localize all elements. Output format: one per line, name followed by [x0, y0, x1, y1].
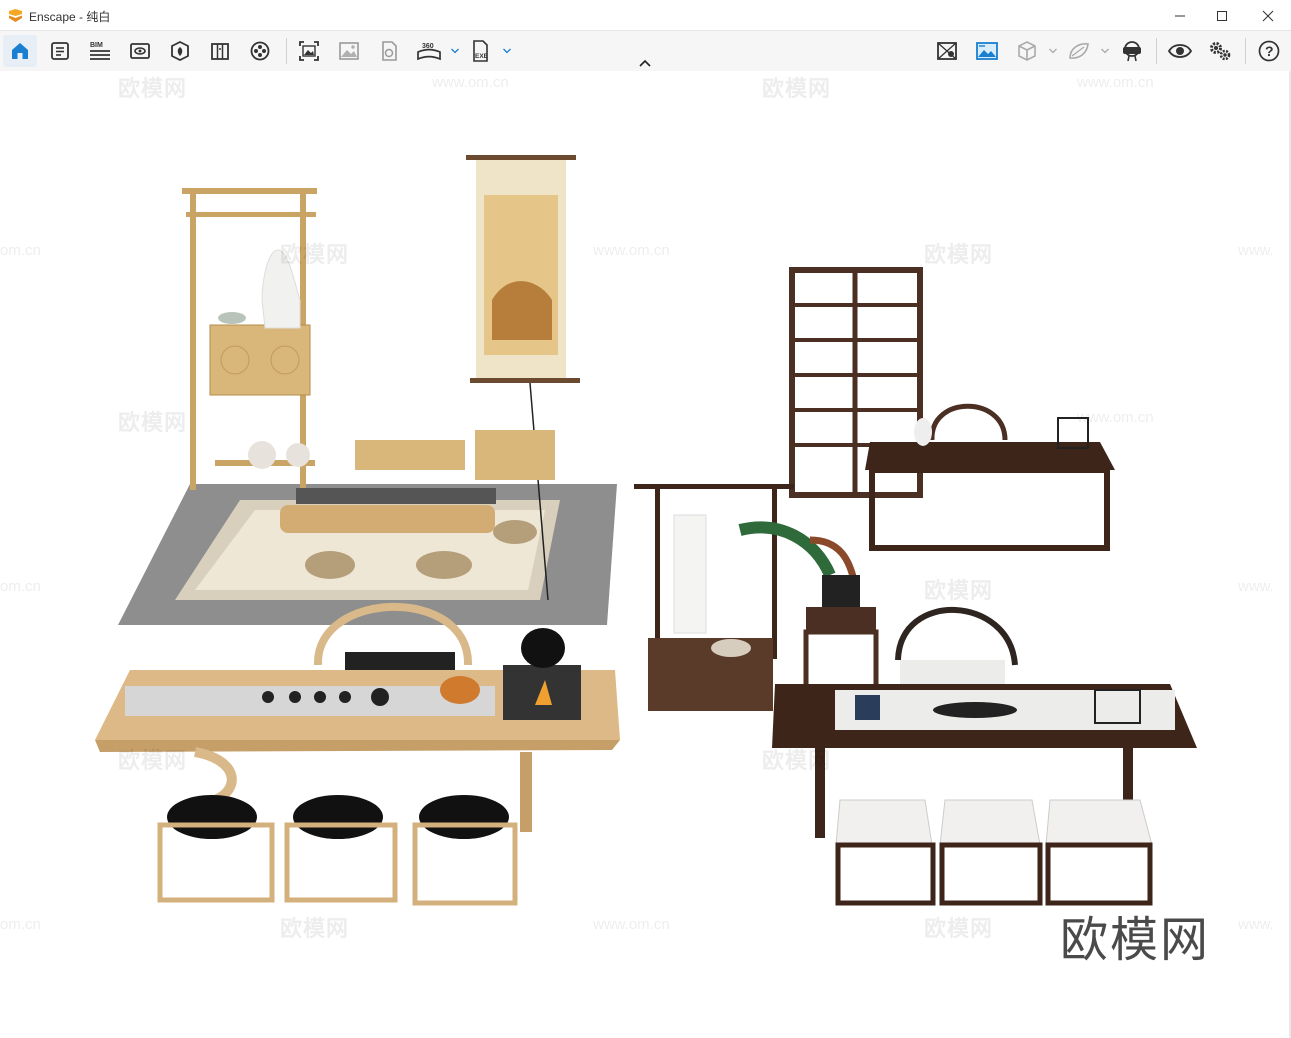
views-button[interactable] [123, 35, 157, 67]
bim-button[interactable]: BIM [83, 35, 117, 67]
watermark-brand: 欧模网 [762, 748, 832, 773]
chevron-down-icon [1101, 48, 1109, 54]
material-dropdown-button[interactable] [1100, 43, 1110, 59]
watermark-brand: 欧模网 [924, 242, 994, 267]
exe-label: EXE [475, 53, 489, 60]
watermark-brand: 欧模网 [762, 76, 832, 101]
material-editor-button[interactable] [203, 35, 237, 67]
render-viewport[interactable]: 欧模网 www.om.cn 欧模网 www.om.cn om.cn 欧模网 ww… [0, 71, 1291, 1038]
views-icon [130, 43, 150, 59]
help-button[interactable]: ? [1252, 35, 1286, 67]
360-panorama-button[interactable]: 360 [412, 35, 446, 67]
chevron-down-icon [503, 48, 511, 54]
document-properties-button[interactable] [43, 35, 77, 67]
material-icon [1069, 43, 1089, 59]
watermark-url: om.cn [0, 242, 41, 259]
view-cube-icon [1018, 41, 1036, 61]
watermark-url: www. [1238, 578, 1274, 595]
watermark-url: om.cn [0, 578, 41, 595]
batch-render-icon [339, 42, 359, 60]
brand-watermark-logo: 欧模网 [1060, 914, 1211, 967]
home-icon [12, 43, 28, 59]
batch-render-button[interactable] [332, 35, 366, 67]
export-panorama-icon [382, 41, 397, 61]
panorama-dropdown-button[interactable] [450, 43, 460, 59]
watermark-url: www. [1238, 242, 1274, 259]
enscape-logo-icon [9, 9, 22, 22]
dark-upper-desk [865, 403, 1115, 551]
video-editor-icon [250, 41, 270, 61]
atmosphere-button[interactable] [930, 35, 964, 67]
rendered-scene [95, 155, 1197, 906]
watermark-url: www.om.cn [593, 242, 670, 259]
material-button[interactable] [1062, 35, 1096, 67]
watermark-url: www.om.cn [593, 916, 670, 933]
vr-headset-icon [1123, 41, 1141, 62]
toolbar-separator [1245, 38, 1246, 64]
chevron-up-icon [639, 59, 651, 67]
screenshot-icon [299, 41, 319, 61]
screenshot-button[interactable] [292, 35, 326, 67]
export-dropdown-button[interactable] [502, 43, 512, 59]
watermark-brand: 欧模网 [280, 916, 350, 941]
360-panorama-icon: 360 [417, 43, 441, 61]
visual-settings-button[interactable] [970, 35, 1004, 67]
collapse-toolbar-button[interactable] [636, 56, 654, 70]
toolbar-separator [1156, 38, 1157, 64]
towel-rack [634, 484, 794, 711]
watermark-brand: 欧模网 [280, 242, 350, 267]
toolbar-separator [286, 38, 287, 64]
export-panorama-button[interactable] [372, 35, 406, 67]
assets-icon [171, 40, 189, 62]
atmosphere-icon [937, 42, 957, 60]
watermark-url: www.om.cn [432, 74, 509, 91]
minimize-icon [1175, 15, 1185, 16]
settings-button[interactable] [1203, 35, 1237, 67]
help-label: ? [1265, 43, 1274, 59]
visual-settings-icon [976, 42, 998, 60]
stools-light [157, 795, 518, 906]
view-cube-button[interactable] [1010, 35, 1044, 67]
view-cube-dropdown-button[interactable] [1048, 43, 1058, 59]
video-editor-button[interactable] [243, 35, 277, 67]
stools-dark [835, 799, 1153, 906]
chevron-down-icon [451, 48, 459, 54]
watermark-brand: 欧模网 [118, 410, 188, 435]
watermark-url: www.om.cn [1077, 74, 1154, 91]
export-exe-button[interactable]: EXE [464, 35, 498, 67]
visibility-button[interactable] [1163, 35, 1197, 67]
watermark-url: www. [1238, 916, 1274, 933]
dark-lower-desk [772, 607, 1197, 906]
bim-label: BIM [90, 42, 103, 49]
minimize-button[interactable] [1157, 0, 1203, 31]
maximize-icon [1217, 10, 1227, 21]
vr-headset-button[interactable] [1115, 35, 1149, 67]
close-icon [1262, 10, 1274, 21]
watermark-brand: 欧模网 [118, 748, 188, 773]
chevron-down-icon [1049, 48, 1057, 54]
settings-icon [1210, 42, 1231, 61]
home-button[interactable] [3, 35, 37, 67]
help-icon: ? [1258, 40, 1280, 62]
bamboo-shelf [182, 188, 317, 490]
watermark-url: om.cn [0, 916, 41, 933]
assets-button[interactable] [163, 35, 197, 67]
close-button[interactable] [1245, 0, 1291, 31]
watermark-brand: 欧模网 [924, 916, 994, 941]
bim-icon: BIM [90, 42, 110, 60]
maximize-button[interactable] [1199, 0, 1245, 31]
watermark-url: www.om.cn [1077, 409, 1154, 426]
window-title: Enscape - 纯白 [29, 10, 111, 24]
watermark-brand: 欧模网 [118, 76, 188, 101]
material-editor-icon [211, 43, 229, 60]
document-properties-icon [51, 42, 69, 60]
export-exe-icon: EXE [473, 40, 489, 62]
watermark-brand: 欧模网 [924, 578, 994, 603]
title-bar: Enscape - 纯白 [0, 0, 1291, 31]
visibility-icon [1168, 44, 1192, 58]
